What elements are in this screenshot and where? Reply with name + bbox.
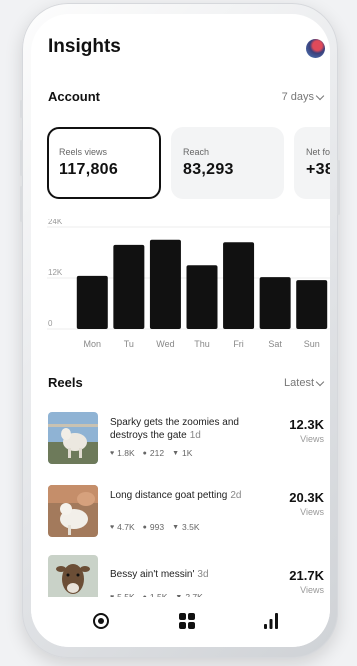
chart-x-tick-label: Wed bbox=[156, 339, 174, 349]
reel-item[interactable]: Sparky gets the zoomies and destroys the… bbox=[48, 412, 324, 468]
reel-age: 1d bbox=[189, 430, 201, 441]
date-range-dropdown[interactable]: 7 days bbox=[281, 91, 325, 103]
metric-label: Reels views bbox=[59, 147, 108, 157]
power-button bbox=[337, 160, 340, 215]
avatar[interactable] bbox=[306, 39, 325, 58]
metric-value: 83,293 bbox=[183, 161, 234, 178]
volume-up-button bbox=[20, 140, 23, 176]
chart-x-tick-label: Thu bbox=[194, 339, 210, 349]
metric-value: 117,806 bbox=[59, 161, 119, 178]
metric-label: Reach bbox=[183, 147, 210, 157]
reel-shares: 1K bbox=[182, 448, 193, 458]
chart-bar-sun[interactable] bbox=[296, 280, 328, 329]
share-icon: ▼ bbox=[172, 523, 180, 531]
chevron-down-icon bbox=[315, 377, 325, 386]
reel-thumbnail bbox=[48, 412, 98, 464]
reel-thumbnail bbox=[48, 485, 98, 537]
tab-grid[interactable] bbox=[175, 609, 199, 633]
reel-age: 3d bbox=[197, 569, 209, 580]
reel-likes: 4.7K bbox=[117, 522, 135, 532]
chart-bar-sat[interactable] bbox=[259, 277, 291, 329]
reel-stats: ♥ 1.8K ● 212 ▼ 1K bbox=[110, 448, 192, 458]
sort-dropdown[interactable]: Latest bbox=[284, 377, 325, 389]
app-screen: Insights Account 7 days Reels views 117,… bbox=[31, 14, 330, 647]
date-range-label: 7 days bbox=[281, 91, 314, 103]
comment-icon: ● bbox=[142, 523, 147, 531]
reel-views-label: Views bbox=[300, 507, 324, 517]
reel-likes: 1.8K bbox=[117, 448, 135, 458]
chart-y-tick-label: 12K bbox=[48, 268, 63, 277]
chart-y-tick-label: 24K bbox=[48, 219, 63, 226]
silent-switch bbox=[20, 100, 23, 118]
reel-views-count: 20.3K bbox=[289, 490, 324, 505]
tab-record[interactable] bbox=[89, 609, 113, 633]
reel-title: Long distance goat petting 2d bbox=[110, 489, 260, 502]
share-icon: ▼ bbox=[172, 449, 180, 457]
reels-views-bar-chart: 24K 12K 0 Mon Tu Wed Thu Fri Sat Sun bbox=[47, 219, 330, 349]
reel-views-count: 21.7K bbox=[289, 568, 324, 583]
chart-bar-fri[interactable] bbox=[223, 242, 255, 329]
sort-label: Latest bbox=[284, 377, 314, 389]
chart-x-tick-label: Sun bbox=[304, 339, 320, 349]
chart-y-tick-label: 0 bbox=[48, 319, 53, 328]
metric-value: +38 bbox=[306, 161, 330, 178]
metric-card-net-followers[interactable]: Net fo +38 bbox=[294, 127, 330, 199]
reel-title-text: Long distance goat petting bbox=[110, 490, 228, 501]
chart-bar-wed[interactable] bbox=[149, 239, 181, 329]
reel-comments: 993 bbox=[149, 522, 165, 532]
reel-age: 2d bbox=[230, 490, 242, 501]
reel-views-label: Views bbox=[300, 585, 324, 595]
reels-section-title: Reels bbox=[48, 375, 83, 390]
reel-item[interactable]: Long distance goat petting 2d ♥ 4.7K ● 993 … bbox=[48, 485, 324, 541]
reel-title-text: Bessy ain't messin' bbox=[110, 569, 195, 580]
tab-insights[interactable] bbox=[259, 609, 283, 633]
comment-icon: ● bbox=[142, 449, 147, 457]
heart-icon: ♥ bbox=[110, 523, 115, 531]
bar-chart-icon bbox=[264, 613, 278, 629]
volume-down-button bbox=[20, 186, 23, 222]
reel-views-label: Views bbox=[300, 434, 324, 444]
chart-x-tick-label: Fri bbox=[233, 339, 244, 349]
reel-shares: 3.5K bbox=[182, 522, 200, 532]
heart-icon: ♥ bbox=[110, 449, 115, 457]
metric-label: Net fo bbox=[306, 147, 330, 157]
grid-icon bbox=[179, 613, 195, 629]
reel-title-text: Sparky gets the zoomies and destroys the… bbox=[110, 417, 239, 441]
bottom-tab-bar bbox=[31, 597, 330, 647]
metric-card-reels-views[interactable]: Reels views 117,806 bbox=[47, 127, 161, 199]
page-title: Insights bbox=[48, 36, 121, 57]
account-section-title: Account bbox=[48, 89, 100, 104]
reel-stats: ♥ 4.7K ● 993 ▼ 3.5K bbox=[110, 522, 200, 532]
chart-bar-mon[interactable] bbox=[76, 275, 108, 329]
chart-x-tick-label: Tu bbox=[124, 339, 134, 349]
reel-comments: 212 bbox=[149, 448, 165, 458]
reel-title: Bessy ain't messin' 3d bbox=[110, 568, 260, 581]
chart-x-tick-label: Sat bbox=[268, 339, 282, 349]
chart-bar-tu[interactable] bbox=[113, 244, 145, 329]
reel-title: Sparky gets the zoomies and destroys the… bbox=[110, 416, 260, 442]
chart-bar-thu[interactable] bbox=[186, 265, 218, 329]
record-icon bbox=[93, 613, 109, 629]
metric-card-reach[interactable]: Reach 83,293 bbox=[171, 127, 284, 199]
chevron-down-icon bbox=[315, 91, 325, 100]
reel-views-count: 12.3K bbox=[289, 417, 324, 432]
chart-x-tick-label: Mon bbox=[84, 339, 102, 349]
